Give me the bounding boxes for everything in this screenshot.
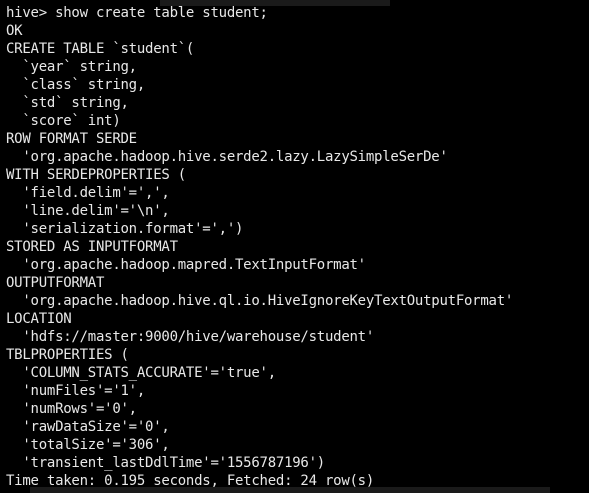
output-line: STORED AS INPUTFORMAT: [6, 239, 178, 255]
output-line: WITH SERDEPROPERTIES (: [6, 167, 186, 183]
output-line: 'org.apache.hadoop.mapred.TextInputForma…: [6, 257, 366, 273]
output-line: 'numRows'='0',: [6, 401, 137, 417]
output-line: OK: [6, 23, 23, 39]
output-line: OUTPUTFORMAT: [6, 275, 105, 291]
output-line: ROW FORMAT SERDE: [6, 131, 137, 147]
output-line: LOCATION: [6, 311, 72, 327]
output-line: 'org.apache.hadoop.hive.ql.io.HiveIgnore…: [6, 293, 514, 309]
output-line: 'transient_lastDdlTime'='1556787196'): [6, 455, 325, 471]
output-line: 'line.delim'='\n',: [6, 203, 170, 219]
output-line: `year` string,: [6, 59, 137, 75]
output-line: 'field.delim'=',',: [6, 185, 170, 201]
output-line: `std` string,: [6, 95, 129, 111]
output-line: 'serialization.format'=','): [6, 221, 244, 237]
output-line: TBLPROPERTIES (: [6, 347, 129, 363]
output-line: 'COLUMN_STATS_ACCURATE'='true',: [6, 365, 276, 381]
output-line: `class` string,: [6, 77, 146, 93]
output-line: 'numFiles'='1',: [6, 383, 146, 399]
output-line: CREATE TABLE `student`(: [6, 41, 195, 57]
output-line: 'hdfs://master:9000/hive/warehouse/stude…: [6, 329, 375, 345]
output-line: `score` int): [6, 113, 121, 129]
command-prompt-line: hive> show create table student;: [6, 5, 268, 21]
output-line: 'totalSize'='306',: [6, 437, 170, 453]
status-line: Time taken: 0.195 seconds, Fetched: 24 r…: [6, 473, 375, 489]
terminal-window[interactable]: hive> show create table student; OK CREA…: [0, 0, 589, 493]
output-line: 'org.apache.hadoop.hive.serde2.lazy.Lazy…: [6, 149, 448, 165]
output-line: 'rawDataSize'='0',: [6, 419, 170, 435]
